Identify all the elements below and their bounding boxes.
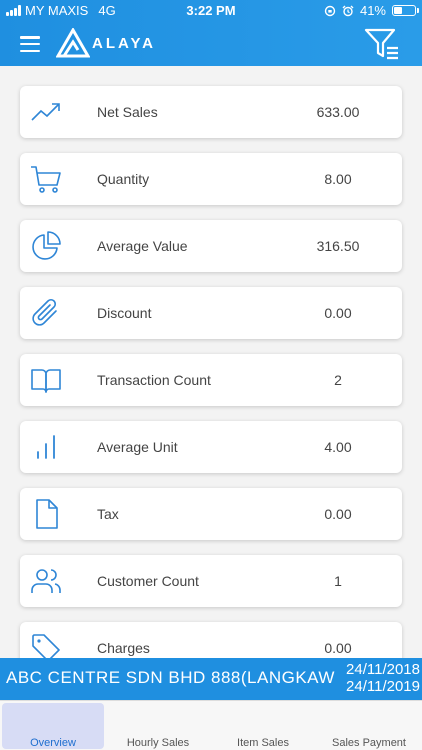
battery-percent: 41%: [359, 3, 386, 18]
metric-value: 316.50: [316, 238, 360, 254]
metric-label: Net Sales: [97, 104, 158, 120]
tab-sales-payment[interactable]: Sales Payment: [316, 701, 422, 750]
metrics-list[interactable]: Net Sales 633.00 Quantity 8.00 Average V…: [0, 66, 422, 658]
tab-label: Sales Payment: [332, 737, 406, 749]
metric-card-charges[interactable]: Charges 0.00: [20, 622, 402, 658]
metric-card-average-unit[interactable]: Average Unit 4.00: [20, 421, 402, 473]
metric-value: 4.00: [324, 439, 352, 455]
metric-label: Average Unit: [97, 439, 178, 455]
alaya-logo-icon: [56, 28, 90, 58]
tab-label: Overview: [30, 737, 76, 749]
date-to: 24/11/2019: [346, 678, 420, 695]
metric-card-customer-count[interactable]: Customer Count 1: [20, 555, 402, 607]
users-icon: [31, 569, 61, 593]
metric-card-transaction-count[interactable]: Transaction Count 2: [20, 354, 402, 406]
metric-value: 633.00: [316, 104, 360, 120]
hamburger-icon[interactable]: [20, 36, 40, 52]
metric-label: Average Value: [97, 238, 188, 254]
paperclip-icon: [32, 298, 57, 326]
metric-label: Charges: [97, 640, 150, 656]
metric-card-quantity[interactable]: Quantity 8.00: [20, 153, 402, 205]
tab-label: Item Sales: [237, 737, 289, 749]
metric-label: Tax: [97, 506, 119, 522]
metric-value: 2: [334, 372, 342, 388]
metric-card-tax[interactable]: Tax 0.00: [20, 488, 402, 540]
metric-card-discount[interactable]: Discount 0.00: [20, 287, 402, 339]
tab-label: Hourly Sales: [126, 737, 190, 749]
metric-value: 0.00: [324, 640, 352, 656]
metric-value: 1: [334, 573, 342, 589]
book-icon: [31, 369, 61, 393]
company-bar[interactable]: ABC CENTRE SDN BHD 888(LANGKAWI 24/11/20…: [0, 658, 422, 700]
tab-overview[interactable]: Overview: [0, 701, 106, 750]
metric-value: 0.00: [324, 506, 352, 522]
filter-icon[interactable]: [362, 26, 402, 64]
company-name: ABC CENTRE SDN BHD 888(LANGKAWI: [6, 668, 336, 687]
date-from: 24/11/2018: [346, 661, 420, 678]
date-range: 24/11/2018 24/11/2019: [346, 661, 420, 695]
trend-up-icon: [31, 103, 60, 121]
status-right: 41%: [324, 3, 419, 18]
battery-icon: [392, 5, 419, 16]
metric-card-average-value[interactable]: Average Value 316.50: [20, 220, 402, 272]
pie-chart-icon: [32, 231, 61, 260]
metric-label: Discount: [97, 305, 152, 321]
tag-icon: [32, 634, 60, 658]
rotation-lock-icon: [324, 5, 336, 16]
battery-fill: [394, 7, 402, 14]
alarm-icon: [342, 5, 354, 16]
cart-icon: [31, 166, 61, 193]
status-bar: MY MAXIS 4G 3:22 PM 41%: [0, 0, 422, 22]
document-icon: [36, 499, 58, 529]
brand-name: ALAYA: [92, 34, 156, 52]
brand-logo: ALAYA: [56, 28, 156, 58]
metric-value: 8.00: [324, 171, 352, 187]
bar-chart-icon: [37, 435, 55, 459]
bottom-tab-bar: Overview Hourly Sales Item Sales Sales P…: [0, 700, 422, 750]
metric-label: Customer Count: [97, 573, 199, 589]
tab-hourly-sales[interactable]: Hourly Sales: [106, 701, 210, 750]
metric-label: Transaction Count: [97, 372, 211, 388]
app-bar: ALAYA: [0, 22, 422, 66]
metric-card-net-sales[interactable]: Net Sales 633.00: [20, 86, 402, 138]
metric-value: 0.00: [324, 305, 352, 321]
metric-label: Quantity: [97, 171, 150, 187]
tab-item-sales[interactable]: Item Sales: [210, 701, 316, 750]
